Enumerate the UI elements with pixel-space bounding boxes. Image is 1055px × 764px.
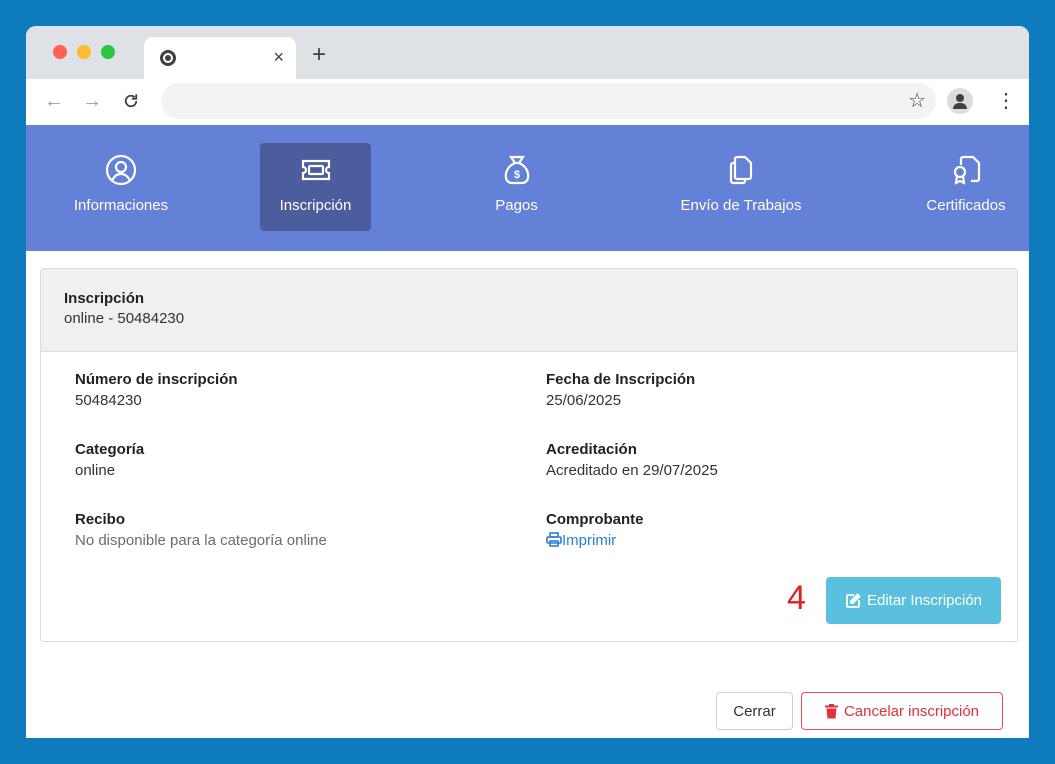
svg-text:$: $ [513, 169, 519, 181]
field-value: 25/06/2025 [546, 392, 622, 409]
field-categoria: Categoría online [75, 439, 144, 481]
field-label: Número de inscripción [75, 371, 238, 388]
field-fecha: Fecha de Inscripción 25/06/2025 [546, 369, 695, 411]
nav-label: Certificados [926, 197, 1006, 214]
nav-item-pagos[interactable]: $ Pagos [459, 143, 574, 231]
documents-icon [729, 155, 753, 185]
field-label: Categoría [75, 441, 145, 458]
back-arrow-icon[interactable]: ← [44, 89, 64, 113]
nav-label: Informaciones [73, 197, 169, 214]
field-value: Acreditado en 29/07/2025 [546, 462, 718, 479]
forward-arrow-icon[interactable]: → [82, 89, 102, 113]
browser-window: × + ← → ☆ ⋮ Informaciones Inscripción $ … [26, 26, 1029, 738]
nav-item-informaciones[interactable]: Informaciones [46, 143, 196, 231]
browser-tab-strip: × + [26, 26, 1029, 79]
field-label: Fecha de Inscripción [546, 371, 696, 388]
profile-avatar-icon[interactable] [947, 88, 973, 114]
card-header: Inscripción online - 50484230 [41, 269, 1017, 352]
nav-item-certificados[interactable]: Certificados [906, 143, 1026, 231]
nav-item-inscripcion[interactable]: Inscripción [260, 143, 371, 231]
new-tab-button[interactable]: + [312, 43, 326, 67]
field-label: Comprobante [546, 511, 644, 528]
nav-item-envio-de-trabajos[interactable]: Envío de Trabajos [656, 143, 826, 231]
minimize-window-button[interactable] [77, 45, 91, 59]
certificate-icon [953, 155, 981, 185]
chrome-favicon-icon [160, 50, 176, 66]
app-navigation: Informaciones Inscripción $ Pagos Envío … [26, 125, 1029, 340]
user-circle-icon [105, 154, 137, 186]
field-label: Acreditación [546, 441, 637, 458]
edit-inscription-button[interactable]: Editar Inscripción [826, 577, 1001, 624]
field-label: Recibo [75, 511, 126, 528]
print-link-label: Imprimir [562, 532, 617, 549]
field-value: No disponible para la categoría online [75, 532, 327, 549]
nav-label: Envío de Trabajos [680, 197, 802, 214]
close-button[interactable]: Cerrar [716, 692, 793, 730]
card-subtitle: online - 50484230 [64, 310, 185, 327]
field-value: 50484230 [75, 392, 142, 409]
ticket-icon [301, 159, 330, 181]
nav-label: Inscripción [279, 197, 352, 214]
tab-close-icon[interactable]: × [273, 46, 284, 68]
money-bag-icon: $ [504, 155, 529, 185]
close-window-button[interactable] [53, 45, 67, 59]
nav-label: Pagos [495, 197, 538, 214]
trash-icon [824, 703, 838, 718]
inscription-card: Inscripción online - 50484230 Número de … [40, 268, 1018, 642]
field-acreditacion: Acreditación Acreditado en 29/07/2025 [546, 439, 718, 481]
reload-icon[interactable] [122, 89, 140, 117]
cancel-inscription-button[interactable]: Cancelar inscripción [801, 692, 1003, 730]
browser-toolbar: ← → ☆ ⋮ [26, 79, 1029, 125]
edit-icon [846, 592, 861, 608]
browser-tab[interactable]: × [144, 37, 296, 79]
card-title: Inscripción [64, 290, 145, 307]
step-annotation: 4 [787, 579, 806, 617]
print-link[interactable]: Imprimir [546, 530, 644, 551]
browser-menu-icon[interactable]: ⋮ [996, 89, 1016, 113]
field-value: online [75, 462, 116, 479]
field-numero: Número de inscripción 50484230 [75, 369, 238, 411]
edit-button-label: Editar Inscripción [866, 592, 983, 609]
field-recibo: Recibo No disponible para la categoría o… [75, 509, 327, 551]
bookmark-star-icon[interactable]: ☆ [908, 89, 926, 113]
maximize-window-button[interactable] [101, 45, 115, 59]
address-bar[interactable]: ☆ [161, 83, 936, 119]
field-comprobante: Comprobante Imprimir [546, 509, 644, 551]
printer-icon [546, 532, 562, 547]
cancel-button-label: Cancelar inscripción [843, 702, 980, 720]
